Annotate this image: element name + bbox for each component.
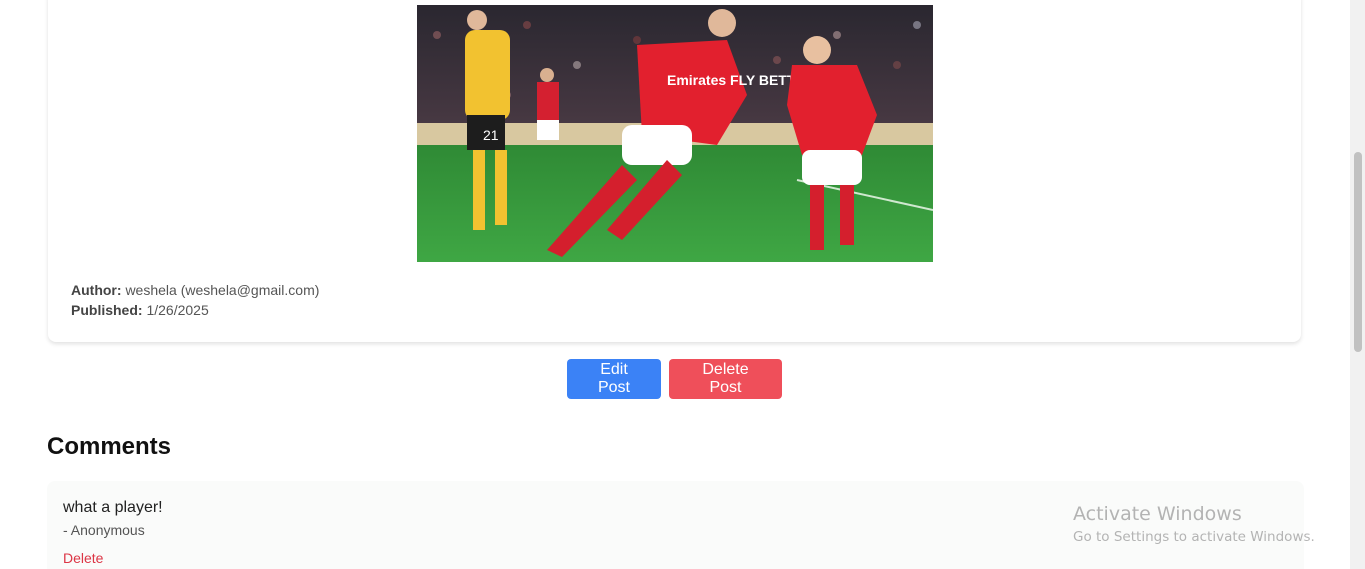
comment-delete-link[interactable]: Delete — [63, 550, 103, 566]
author-value: weshela (weshela@gmail.com) — [125, 282, 320, 298]
comments-heading: Comments — [47, 433, 172, 460]
post-meta: Author: weshela (weshela@gmail.com) Publ… — [71, 280, 319, 320]
scrollbar-thumb[interactable] — [1354, 152, 1362, 352]
post-image: 21 Emirates FLY BETTER — [417, 5, 933, 262]
published-label: Published: — [71, 302, 143, 318]
svg-text:21: 21 — [483, 127, 499, 143]
delete-post-button[interactable]: Delete Post — [669, 359, 782, 399]
comment-text: what a player! — [63, 499, 163, 516]
vertical-scrollbar[interactable] — [1350, 0, 1365, 569]
comment-author: - Anonymous — [63, 522, 145, 538]
author-label: Author: — [71, 282, 122, 298]
edit-post-button[interactable]: Edit Post — [567, 359, 661, 399]
post-actions: Edit Post Delete Post — [567, 359, 782, 399]
comment-item: what a player! - Anonymous Delete — [47, 481, 1304, 569]
page: 21 Emirates FLY BETTER Author: weshela (… — [0, 0, 1365, 569]
published-value: 1/26/2025 — [146, 302, 209, 318]
author-line: Author: weshela (weshela@gmail.com) — [71, 280, 319, 300]
published-line: Published: 1/26/2025 — [71, 300, 319, 320]
